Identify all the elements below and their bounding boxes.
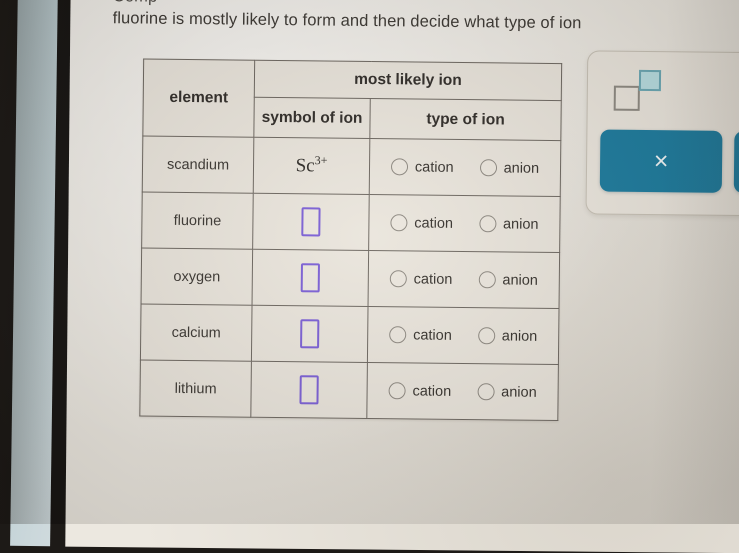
- radio-label: anion: [501, 327, 538, 345]
- radio-label: cation: [413, 326, 452, 344]
- header-type-of-ion: type of ion: [369, 98, 562, 141]
- radio-option-cation[interactable]: cation: [390, 214, 453, 232]
- radio-option-cation[interactable]: cation: [389, 270, 453, 288]
- radio-label: cation: [414, 214, 454, 232]
- type-of-ion-cell: cation anion: [367, 306, 560, 365]
- ion-type-choice-group: cation anion: [368, 326, 558, 345]
- radio-icon[interactable]: [479, 159, 497, 177]
- radio-icon[interactable]: [388, 382, 406, 400]
- radio-icon[interactable]: [478, 271, 496, 289]
- radio-option-cation[interactable]: cation: [389, 326, 452, 344]
- table-row: oxygen cation anion: [141, 248, 560, 309]
- element-name-cell: oxygen: [141, 248, 253, 306]
- superscript-base-box: [613, 85, 640, 111]
- element-name: scandium: [166, 156, 230, 173]
- ion-table: element most likely ion symbol of ion ty…: [139, 58, 563, 422]
- radio-label: anion: [502, 271, 538, 289]
- table-head: element most likely ion symbol of ion ty…: [142, 59, 562, 141]
- element-name: calcium: [171, 324, 221, 341]
- header-element: element: [142, 59, 255, 138]
- radio-option-anion[interactable]: anion: [478, 271, 538, 289]
- prompt-clipped-top-line: Comp: [113, 0, 158, 7]
- ion-type-choice-group: cation anion: [368, 382, 558, 401]
- radio-option-anion[interactable]: anion: [478, 215, 539, 233]
- radio-icon[interactable]: [390, 214, 408, 232]
- photo-frame: Comp fluorine is mostly likely to form a…: [0, 0, 739, 553]
- radio-icon[interactable]: [390, 158, 409, 176]
- radio-label: anion: [503, 159, 540, 177]
- symbol-input-box[interactable]: [301, 207, 321, 237]
- radio-option-anion[interactable]: anion: [477, 383, 537, 401]
- radio-icon[interactable]: [478, 215, 497, 233]
- table-row: calcium cation anion: [140, 304, 560, 365]
- header-most-likely-ion: most likely ion: [254, 60, 562, 101]
- table-row: fluorine cation anion: [141, 192, 561, 253]
- element-name-cell: lithium: [139, 360, 252, 418]
- radio-icon[interactable]: [389, 270, 407, 288]
- ion-type-choice-group: cation anion: [369, 270, 559, 289]
- element-name-cell: scandium: [142, 136, 254, 194]
- symbol-input-box[interactable]: [299, 375, 319, 405]
- table-row: lithium cation anion: [139, 360, 559, 421]
- ion-symbol-charge: 3+: [314, 152, 328, 167]
- radio-label: anion: [501, 383, 537, 401]
- symbol-of-ion-cell[interactable]: [251, 305, 369, 363]
- radio-option-cation[interactable]: cation: [390, 158, 454, 176]
- screen-content: Comp fluorine is mostly likely to form a…: [0, 0, 739, 528]
- radio-icon[interactable]: [389, 326, 407, 344]
- table-row: scandium Sc3+ cation anion: [142, 136, 561, 197]
- radio-option-cation[interactable]: cation: [388, 382, 451, 400]
- element-name: lithium: [174, 380, 217, 397]
- ion-type-choice-group: cation anion: [370, 158, 560, 177]
- radio-option-anion[interactable]: anion: [479, 159, 540, 177]
- prompt-text: fluorine is mostly likely to form and th…: [112, 9, 582, 33]
- symbol-of-ion-cell[interactable]: Sc3+: [253, 137, 370, 195]
- element-name: fluorine: [173, 212, 222, 229]
- element-name-cell: calcium: [140, 304, 253, 362]
- secondary-tool-button[interactable]: [733, 130, 739, 195]
- ion-symbol-base: Sc: [295, 154, 315, 176]
- type-of-ion-cell: cation anion: [368, 250, 560, 309]
- symbol-of-ion-cell[interactable]: [252, 193, 370, 251]
- radio-icon[interactable]: [477, 383, 495, 401]
- tool-panel: ×: [585, 50, 739, 217]
- radio-icon[interactable]: [477, 327, 495, 345]
- radio-label: cation: [412, 382, 452, 400]
- radio-label: cation: [414, 158, 454, 176]
- radio-option-anion[interactable]: anion: [477, 327, 538, 345]
- type-of-ion-cell: cation anion: [369, 138, 561, 197]
- superscript-exponent-box: [638, 69, 662, 92]
- close-icon: ×: [653, 146, 669, 175]
- symbol-input-box[interactable]: [300, 319, 320, 349]
- symbol-of-ion-cell[interactable]: [250, 361, 368, 419]
- element-name-cell: fluorine: [141, 192, 254, 250]
- table-body: scandium Sc3+ cation anion fluorine cation ani…: [139, 136, 561, 421]
- element-name: oxygen: [173, 268, 221, 285]
- superscript-icon[interactable]: [612, 68, 666, 111]
- header-row-top: element most likely ion: [142, 59, 562, 138]
- symbol-input-box[interactable]: [300, 263, 320, 293]
- ion-symbol: Sc3+: [295, 152, 328, 176]
- type-of-ion-cell: cation anion: [366, 362, 559, 421]
- symbol-of-ion-cell[interactable]: [252, 249, 369, 307]
- header-symbol-of-ion: symbol of ion: [253, 97, 371, 139]
- radio-label: cation: [413, 270, 453, 288]
- ion-type-choice-group: cation anion: [369, 214, 559, 233]
- clear-button[interactable]: ×: [599, 129, 723, 193]
- type-of-ion-cell: cation anion: [368, 194, 561, 253]
- radio-label: anion: [502, 215, 539, 233]
